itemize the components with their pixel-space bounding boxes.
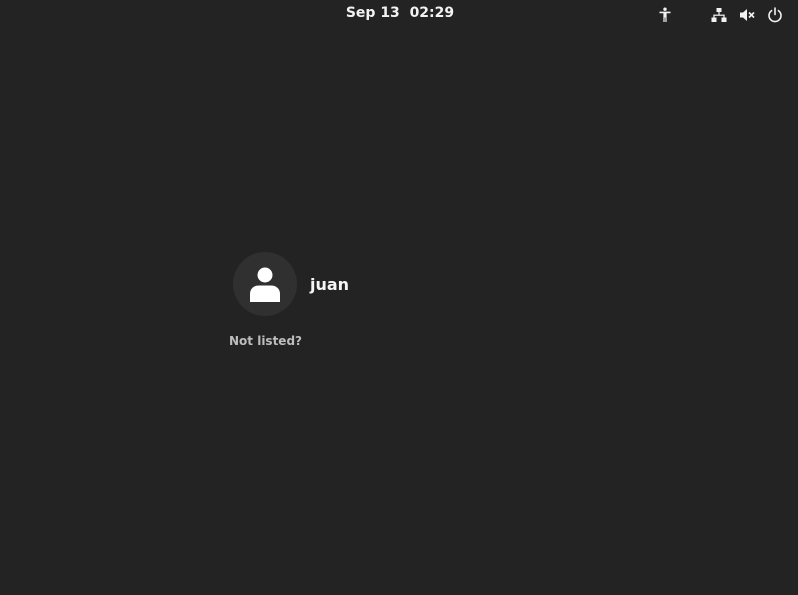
clock[interactable]: Sep 13 02:29 — [340, 5, 460, 21]
top-bar: Sep 13 02:29 — [0, 0, 798, 30]
volume-muted-icon[interactable] — [738, 6, 756, 24]
user-icon — [250, 267, 280, 302]
user-name: juan — [310, 274, 350, 294]
accessibility-icon[interactable] — [656, 6, 674, 24]
not-listed-link[interactable]: Not listed? — [229, 334, 302, 348]
power-icon[interactable] — [766, 6, 784, 24]
user-list: juan — [228, 252, 349, 316]
avatar — [233, 252, 297, 316]
clock-date: Sep 13 — [345, 5, 400, 21]
network-wired-icon[interactable] — [710, 6, 728, 24]
user-entry-juan[interactable]: juan — [228, 252, 349, 316]
login-screen: Sep 13 02:29 juan Not listed? — [0, 0, 798, 595]
clock-time: 02:29 — [409, 5, 455, 21]
